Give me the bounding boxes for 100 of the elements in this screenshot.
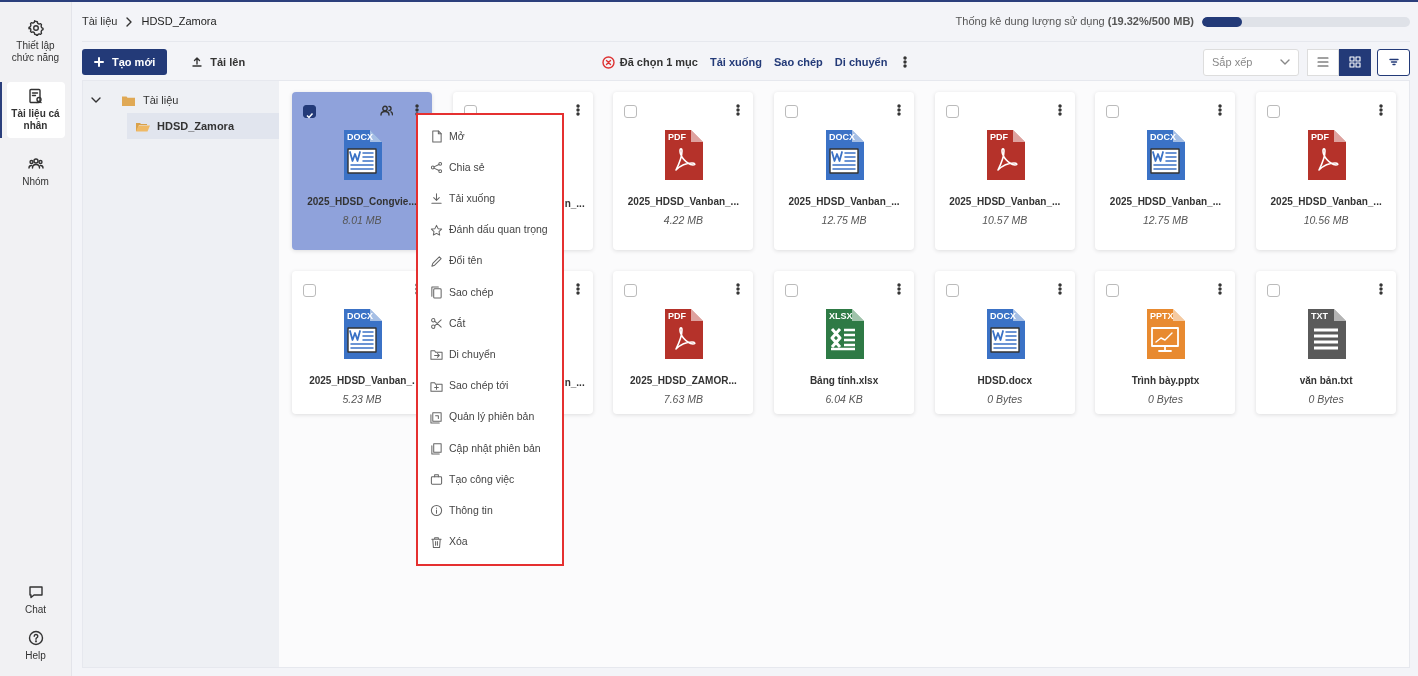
- pdf-file-icon: PDF: [1306, 130, 1347, 180]
- folder-add-icon: [430, 379, 443, 393]
- file-name: 2025_HDSD_Congvie...: [307, 195, 417, 209]
- checkbox[interactable]: [303, 105, 316, 118]
- grid-view-button[interactable]: [1339, 48, 1371, 76]
- pptx-file-icon: PPTX: [1145, 309, 1186, 359]
- checkbox[interactable]: [1106, 284, 1120, 297]
- more-icon[interactable]: [1379, 283, 1384, 295]
- menu-item[interactable]: Xóa: [418, 526, 562, 558]
- file-card[interactable]: XLSX Bảng tính.xlsx 6.04 KB: [774, 271, 915, 414]
- docx-file-icon: DOCX: [342, 309, 382, 359]
- more-icon[interactable]: [575, 283, 580, 295]
- upload-button[interactable]: Tải lên: [191, 52, 247, 72]
- file-card[interactable]: DOCX 2025_HDSD_Vanban_... 12.75 MB: [1095, 92, 1236, 250]
- chat-icon: [27, 584, 44, 600]
- gear-icon: [27, 20, 44, 36]
- tree-item[interactable]: Tài liệu: [83, 87, 279, 113]
- file-card[interactable]: PDF 2025_HDSD_Vanban_... 10.57 MB: [934, 92, 1075, 250]
- file-size: 6.04 KB: [825, 392, 863, 407]
- chevron-icon: [125, 16, 134, 27]
- file-card[interactable]: PDF 2025_HDSD_Vanban_... 10.56 MB: [1256, 92, 1397, 250]
- more-icon[interactable]: [897, 283, 902, 295]
- checkbox[interactable]: [785, 284, 799, 297]
- file-name: Bảng tính.xlsx: [809, 374, 879, 388]
- file-name: Trình bày.pptx: [1131, 374, 1200, 388]
- file-icon: [430, 130, 443, 144]
- trash-icon: [430, 535, 443, 549]
- xlsx-file-icon: XLSX: [824, 309, 865, 359]
- more-icon[interactable]: [1057, 283, 1062, 295]
- checkbox[interactable]: [785, 105, 799, 118]
- grid-icon: [1349, 56, 1361, 68]
- checkbox[interactable]: [1267, 105, 1281, 118]
- sidebar-item[interactable]: Help: [6, 624, 65, 668]
- file-card[interactable]: DOCX 2025_HDSD_Congvie... 8.01 MB: [292, 92, 432, 250]
- list-icon: [1317, 56, 1329, 68]
- checkbox[interactable]: [945, 105, 959, 118]
- pdf-file-icon: PDF: [663, 130, 704, 180]
- share-icon: [430, 161, 443, 175]
- breadcrumb-link[interactable]: Tài liệu: [82, 13, 118, 30]
- menu-item[interactable]: Cập nhật phiên bản: [418, 432, 562, 465]
- more-icon[interactable]: [897, 104, 902, 116]
- checkbox[interactable]: [624, 284, 638, 297]
- file-name: 2025_HDSD_Vanban_...: [788, 195, 900, 209]
- checkbox[interactable]: [1267, 284, 1281, 297]
- file-card[interactable]: PPTX Trình bày.pptx 0 Bytes: [1095, 271, 1236, 414]
- sidebar-item[interactable]: Chat: [6, 578, 65, 622]
- more-icon[interactable]: [736, 104, 741, 116]
- docx-file-icon: DOCX: [1145, 130, 1186, 180]
- file-card[interactable]: TXT văn bản.txt 0 Bytes: [1256, 271, 1397, 414]
- more-icon[interactable]: [1057, 104, 1062, 116]
- filter-button[interactable]: [1377, 48, 1410, 76]
- more-icon[interactable]: [903, 56, 908, 68]
- more-icon[interactable]: [736, 283, 741, 295]
- checkbox[interactable]: [624, 105, 638, 118]
- sidebar-item[interactable]: Nhóm: [6, 150, 65, 194]
- storage-label: Thống kê dung lượng sử dụng (19.32%/500 MB): [955, 14, 1194, 30]
- menu-item[interactable]: Tạo công việc: [418, 464, 562, 496]
- file-size: 4.22 MB: [663, 213, 703, 228]
- file-size: 12.75 MB: [1142, 213, 1188, 228]
- tree-item[interactable]: HDSD_Zamora: [127, 113, 279, 139]
- copy-icon: [430, 441, 443, 455]
- file-card[interactable]: PDF 2025_HDSD_Vanban_... 4.22 MB: [613, 92, 754, 250]
- file-name: 2025_HDSD_Vanban_.: [309, 374, 415, 388]
- file-name: 2025_HDSD_Vanban_...: [949, 195, 1061, 209]
- pdf-file-icon: PDF: [663, 309, 704, 359]
- file-size: 7.63 MB: [663, 392, 703, 407]
- file-name: 2025_HDSD_Vanban_...: [1270, 195, 1382, 209]
- file-name: văn bản.txt: [1299, 374, 1353, 388]
- file-size: 0 Bytes: [1147, 392, 1183, 407]
- more-icon[interactable]: [1218, 104, 1223, 116]
- more-icon[interactable]: [1379, 104, 1384, 116]
- checkbox[interactable]: [303, 284, 316, 297]
- people-icon[interactable]: [380, 105, 393, 116]
- star-icon: [430, 223, 443, 237]
- clear-selection-icon[interactable]: [601, 55, 615, 69]
- file-card[interactable]: PDF 2025_HDSD_ZAMOR... 7.63 MB: [613, 271, 754, 414]
- action-link[interactable]: Sao chép: [773, 53, 823, 71]
- file-size: 0 Bytes: [987, 392, 1023, 407]
- info-icon: [430, 504, 443, 518]
- create-button[interactable]: Tạo mới: [82, 48, 168, 76]
- checkbox[interactable]: [945, 284, 959, 297]
- upload-icon: [192, 57, 203, 67]
- breadcrumb-link[interactable]: HDSD_Zamora: [141, 13, 217, 30]
- more-icon[interactable]: [575, 104, 580, 116]
- docx-file-icon: DOCX: [824, 130, 865, 180]
- more-icon[interactable]: [1218, 283, 1223, 295]
- file-card[interactable]: DOCX 2025_HDSD_Vanban_... 12.75 MB: [774, 92, 915, 250]
- sort-dropdown[interactable]: Sắp xếp: [1203, 48, 1299, 76]
- checkbox[interactable]: [1106, 105, 1120, 118]
- versions-icon: [430, 410, 443, 424]
- action-link[interactable]: Tải xuống: [709, 53, 762, 71]
- sidebar-item[interactable]: Thiết lập chức năng: [6, 14, 65, 70]
- action-link[interactable]: Di chuyển: [834, 53, 888, 71]
- help-icon: [27, 630, 44, 646]
- file-name: n_...: [564, 197, 585, 211]
- menu-item[interactable]: Thông tin: [418, 495, 562, 527]
- file-name: 2025_HDSD_ZAMOR...: [630, 374, 737, 388]
- file-size: 12.75 MB: [821, 213, 867, 228]
- document-icon: [27, 88, 44, 104]
- file-card[interactable]: DOCX HDSD.docx 0 Bytes: [934, 271, 1075, 414]
